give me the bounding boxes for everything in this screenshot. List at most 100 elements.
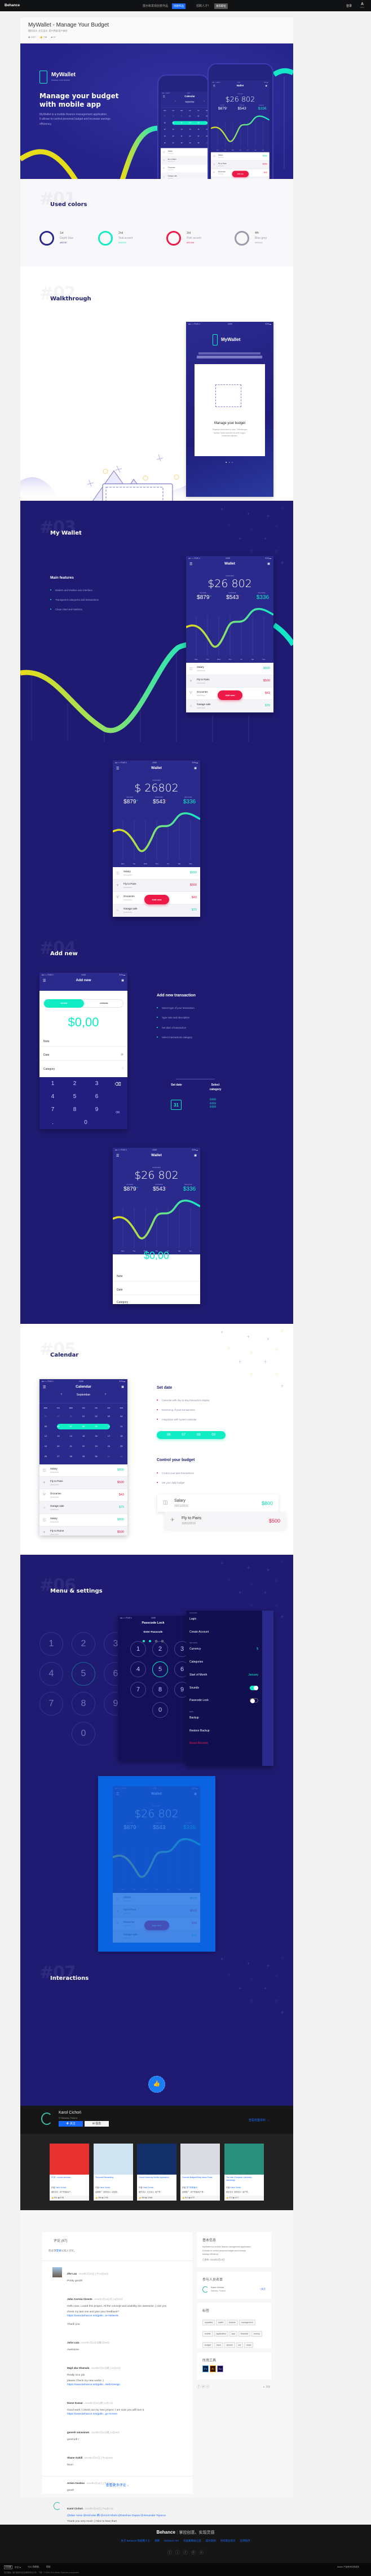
calendar-day[interactable]: 05 xyxy=(162,122,167,124)
tag[interactable]: wallet xyxy=(215,2320,226,2325)
transaction-row[interactable]: ♨Garage sale12/01/2016$79 xyxy=(39,1502,127,1514)
follow-button[interactable]: ✚ 关注 xyxy=(59,2121,83,2127)
keypad-key[interactable]: 6 xyxy=(86,1090,108,1103)
commenter-avatar[interactable] xyxy=(52,2267,62,2277)
prev-month-button[interactable]: ‹ xyxy=(61,1393,62,1396)
pill-day[interactable]: 06 xyxy=(167,1433,171,1437)
calendar-day[interactable]: 19 xyxy=(42,1445,49,1447)
date-field[interactable]: Date xyxy=(117,1288,123,1292)
calendar-day[interactable]: 25 xyxy=(118,1445,125,1447)
calendar-day[interactable]: 08 xyxy=(188,122,192,124)
passcode-key[interactable]: 5 xyxy=(152,1661,168,1677)
calendar-icon[interactable]: ▣ xyxy=(267,562,270,566)
commenter-name[interactable]: Karol Cichoń xyxy=(67,2507,83,2510)
keypad-key[interactable]: . xyxy=(42,1116,64,1129)
footer-link[interactable]: 作品集网站之选 xyxy=(183,2539,201,2542)
commenter-avatar[interactable] xyxy=(54,2502,61,2510)
post-job-button[interactable]: 发布职位 xyxy=(214,3,228,9)
transaction-row[interactable]: ◫Salary20/01/2016$800 xyxy=(39,1514,127,1527)
transaction-row[interactable]: ♨Garage sale12/01/2016$79 xyxy=(113,904,200,917)
transaction-row[interactable]: ◫Salary20/01/2016$800 xyxy=(211,152,270,161)
calendar-day[interactable]: 13 xyxy=(171,129,175,130)
tag[interactable]: app xyxy=(229,2331,237,2337)
credit-avatar[interactable] xyxy=(202,2286,209,2293)
calendar-day[interactable]: 29 xyxy=(80,1455,87,1458)
calendar-day[interactable]: 18 xyxy=(118,1435,125,1437)
create-project-button[interactable]: 创建作品 xyxy=(172,3,186,9)
project-card[interactable]: The Inter European University - webdesig… xyxy=(224,2144,264,2201)
footer-logo[interactable]: Behance xyxy=(157,2530,175,2535)
behance-logo[interactable]: Behance xyxy=(5,3,20,7)
calendar-day[interactable]: 21 xyxy=(179,135,184,137)
calendar-day[interactable]: 03 xyxy=(105,1415,112,1418)
calendar-day[interactable]: 28 xyxy=(179,142,184,144)
settings-value[interactable]: $ xyxy=(257,1647,258,1651)
calendar-day[interactable]: 09 xyxy=(93,1425,100,1428)
calendar-day[interactable]: 21 xyxy=(68,1445,74,1447)
commenter-name[interactable]: Zhe Lau xyxy=(67,2272,77,2275)
settings-item[interactable]: Sounds xyxy=(189,1686,199,1690)
add-new-button[interactable]: Add new xyxy=(218,690,242,700)
calendar-day[interactable]: 30 xyxy=(196,142,201,144)
owner-link[interactable]: Karol Cichoń xyxy=(56,2186,67,2189)
pill-day[interactable]: 09 xyxy=(211,1433,215,1437)
calendar-day[interactable]: 28 xyxy=(68,1455,74,1458)
toggle-switch[interactable] xyxy=(250,1698,258,1704)
project-title[interactable]: PGR - courier services xyxy=(51,2176,87,2179)
footer-link[interactable]: 创作职业提示 xyxy=(220,2539,236,2542)
calendar-day[interactable]: 01 xyxy=(105,1455,112,1458)
project-title[interactable]: Dziennik Bałtycki/Daily News Portal xyxy=(182,2176,218,2179)
appreciate-button[interactable]: 👍 xyxy=(148,2076,165,2093)
calendar-day[interactable]: 12 xyxy=(162,129,167,130)
login-link[interactable]: 登录 xyxy=(346,4,352,8)
project-card[interactable]: PGR - courier services 作者 Karol Cichoń 图形设… xyxy=(50,2144,89,2201)
calendar-day[interactable]: 31 xyxy=(179,116,184,117)
footer-link[interactable]: 关于 Behance 和招聘人士 xyxy=(121,2539,150,2542)
calendar-day[interactable]: 26 xyxy=(162,142,167,144)
calendar-day[interactable]: 30 xyxy=(171,116,175,117)
settings-item[interactable]: Currency xyxy=(189,1647,201,1651)
help-link[interactable]: 帮助 xyxy=(46,2566,51,2569)
calendar-day[interactable]: 08 xyxy=(80,1425,87,1428)
calendar-day[interactable]: 19 xyxy=(162,135,167,137)
project-card[interactable]: Dziennik Bałtycki/Daily News Portal 作者 多个… xyxy=(180,2144,220,2201)
add-new-button[interactable]: Add new xyxy=(144,895,169,904)
transaction-card[interactable]: ◫ Salary 20/01/2016 $800 xyxy=(157,1494,279,1512)
calendar-day[interactable]: 16 xyxy=(93,1435,100,1437)
next-month-button[interactable]: › xyxy=(105,1393,106,1396)
calendar-day[interactable]: 26 xyxy=(42,1455,49,1458)
calendar-day[interactable]: 17 xyxy=(105,1435,112,1437)
message-button[interactable]: ✉ 信息 xyxy=(85,2121,109,2127)
calendar-day[interactable]: 10 xyxy=(105,1425,112,1428)
project-title[interactable]: The Inter European University - webdesig… xyxy=(226,2176,262,2182)
transaction-row[interactable]: Ψ Groceries16/01/2016 $43 xyxy=(39,1489,127,1502)
passcode-key[interactable]: 7 xyxy=(130,1682,146,1698)
footer-link[interactable]: 成功案例 xyxy=(206,2539,216,2542)
project-cover[interactable] xyxy=(137,2144,176,2175)
calendar-day[interactable]: 22 xyxy=(188,135,192,137)
backspace-key-icon[interactable]: ⌫ xyxy=(108,1082,127,1087)
credit-follow-button[interactable]: +关注 xyxy=(260,2288,266,2291)
tag[interactable]: iphone xyxy=(224,2342,235,2348)
pill-day[interactable]: 08 xyxy=(197,1433,201,1437)
calendar-icon[interactable]: ▣ xyxy=(266,85,267,87)
passcode-key[interactable]: 0 xyxy=(152,1702,168,1718)
project-cover[interactable] xyxy=(180,2144,220,2175)
calendar-day[interactable]: 30 xyxy=(55,1415,61,1418)
calendar-icon[interactable]: ▣ xyxy=(121,979,124,982)
calendar-day[interactable]: 23 xyxy=(93,1445,100,1447)
tag[interactable]: management xyxy=(238,2320,255,2325)
project-title[interactable]: Personal Rebranding xyxy=(95,2176,131,2179)
settings-item[interactable]: Passcode Lock xyxy=(189,1699,209,1702)
commenter-name[interactable]: Julia Laza xyxy=(67,2341,80,2344)
calendar-day[interactable]: 01 xyxy=(80,1415,87,1418)
footer-link[interactable]: 应用程序 xyxy=(240,2539,250,2542)
tag[interactable]: mywallet xyxy=(202,2320,215,2325)
passcode-key[interactable]: 8 xyxy=(152,1682,168,1698)
transaction-row[interactable]: ♨Garage sale12/01/2016$79 xyxy=(186,700,273,712)
commenter-name[interactable]: Dinne Kumar xyxy=(67,2402,83,2404)
login-link[interactable]: 登录 xyxy=(56,2249,61,2252)
calendar-day[interactable]: 15 xyxy=(80,1435,87,1437)
keypad-key[interactable]: 9 xyxy=(86,1103,108,1116)
date-field[interactable]: Date xyxy=(43,1053,50,1057)
